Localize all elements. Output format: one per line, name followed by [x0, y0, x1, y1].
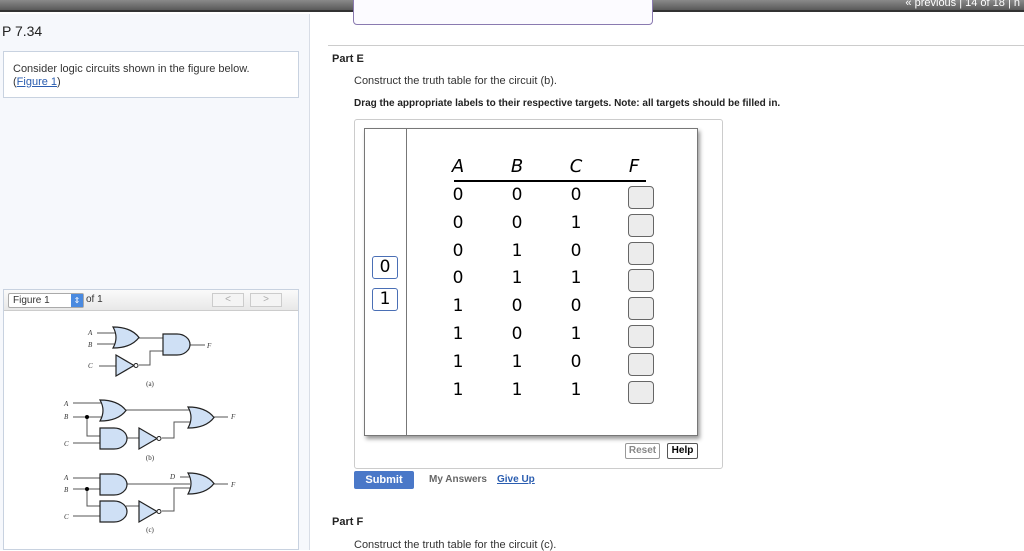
truth-table-cell: 0	[452, 212, 464, 233]
give-up-link[interactable]: Give Up	[497, 474, 535, 485]
truth-table-cell: 0	[570, 240, 582, 261]
truth-table-cell: 1	[511, 240, 523, 261]
header-underline	[454, 180, 646, 182]
label-b: B	[64, 486, 69, 494]
truth-table-cell: 0	[452, 185, 464, 205]
truth-table-cell: 1	[511, 268, 523, 289]
label-c: C	[64, 513, 69, 521]
header-f: F	[628, 156, 640, 177]
f-drop-target[interactable]	[628, 352, 654, 376]
f-drop-target[interactable]	[628, 186, 654, 209]
my-answers-link[interactable]: My Answers	[429, 474, 487, 485]
truth-table-cell: 0	[511, 212, 523, 233]
reset-button[interactable]: Reset	[625, 443, 660, 459]
truth-table-cell: 0	[570, 296, 582, 317]
truth-table-cell: 1	[570, 379, 582, 400]
truth-table-cell: 1	[570, 268, 582, 289]
header-b: B	[510, 156, 524, 177]
truth-table-cell: 0	[570, 185, 582, 205]
caption-c: (c)	[146, 526, 154, 534]
truth-table-cell: 0	[452, 268, 464, 289]
label-a: A	[63, 400, 69, 408]
label-a: A	[87, 329, 93, 337]
truth-table-cell: 1	[452, 324, 464, 344]
label-f: F	[230, 413, 236, 421]
spacer	[328, 506, 1024, 507]
logic-circuits-figure: A B C F A B C F A B C D F (a) (b) (c)	[63, 326, 236, 534]
part-f-question: Construct the truth table for the circui…	[354, 539, 557, 551]
caption-b: (b)	[146, 454, 155, 462]
truth-table-cell: 1	[511, 351, 523, 372]
label-b: B	[64, 413, 69, 421]
and-gate	[162, 333, 191, 356]
not-gate	[115, 354, 139, 377]
and-gate	[99, 473, 128, 496]
truth-table-cell: 0	[511, 185, 523, 205]
and-gate	[99, 500, 128, 523]
truth-table-cell: 1	[452, 351, 464, 372]
part-e-title: Part E	[332, 53, 364, 65]
truth-table-cell: 1	[570, 324, 582, 344]
label-b: B	[88, 341, 93, 349]
part-e-question: Construct the truth table for the circui…	[354, 75, 557, 87]
f-drop-target[interactable]	[628, 269, 654, 293]
or-gate	[112, 326, 140, 349]
truth-table-cell: 0	[452, 240, 464, 261]
or-gate	[99, 399, 127, 422]
label-a: A	[63, 474, 69, 482]
draggable-label-0[interactable]: 0	[372, 256, 398, 279]
truth-table-cell: 1	[511, 379, 523, 400]
divider	[328, 45, 1024, 46]
pagination-nav[interactable]: « previous | 14 of 18 | n	[905, 0, 1020, 9]
header-c: C	[569, 156, 583, 177]
part-f-title: Part F	[332, 516, 364, 528]
truth-table-cell: 1	[570, 212, 582, 233]
or-gate	[187, 406, 215, 429]
not-gate	[138, 427, 162, 450]
or-gate	[187, 472, 215, 495]
not-gate	[138, 500, 162, 523]
f-drop-target[interactable]	[628, 241, 654, 265]
truth-table-cell: 0	[511, 296, 523, 317]
and-gate	[99, 427, 128, 450]
truth-table-cell: 0	[570, 351, 582, 372]
label-c: C	[88, 362, 93, 370]
submit-button[interactable]: Submit	[354, 471, 414, 489]
label-f: F	[230, 481, 236, 489]
label-d: D	[169, 473, 175, 481]
label-c: C	[64, 440, 69, 448]
truth-table-cell: 0	[511, 324, 523, 344]
header-a: A	[451, 156, 465, 177]
help-button[interactable]: Help	[667, 443, 698, 459]
f-drop-target[interactable]	[628, 325, 654, 348]
label-f: F	[206, 342, 212, 350]
draggable-label-1[interactable]: 1	[372, 288, 398, 311]
part-e-instruction: Drag the appropriate labels to their res…	[354, 98, 781, 109]
f-drop-target[interactable]	[628, 297, 654, 321]
caption-a: (a)	[146, 380, 154, 388]
f-drop-target[interactable]	[628, 380, 654, 404]
divider	[406, 128, 407, 436]
truth-table-cell: 1	[452, 296, 464, 317]
truth-table-cell: 1	[452, 379, 464, 400]
previous-answer-box	[353, 0, 653, 25]
f-drop-target[interactable]	[628, 213, 654, 237]
